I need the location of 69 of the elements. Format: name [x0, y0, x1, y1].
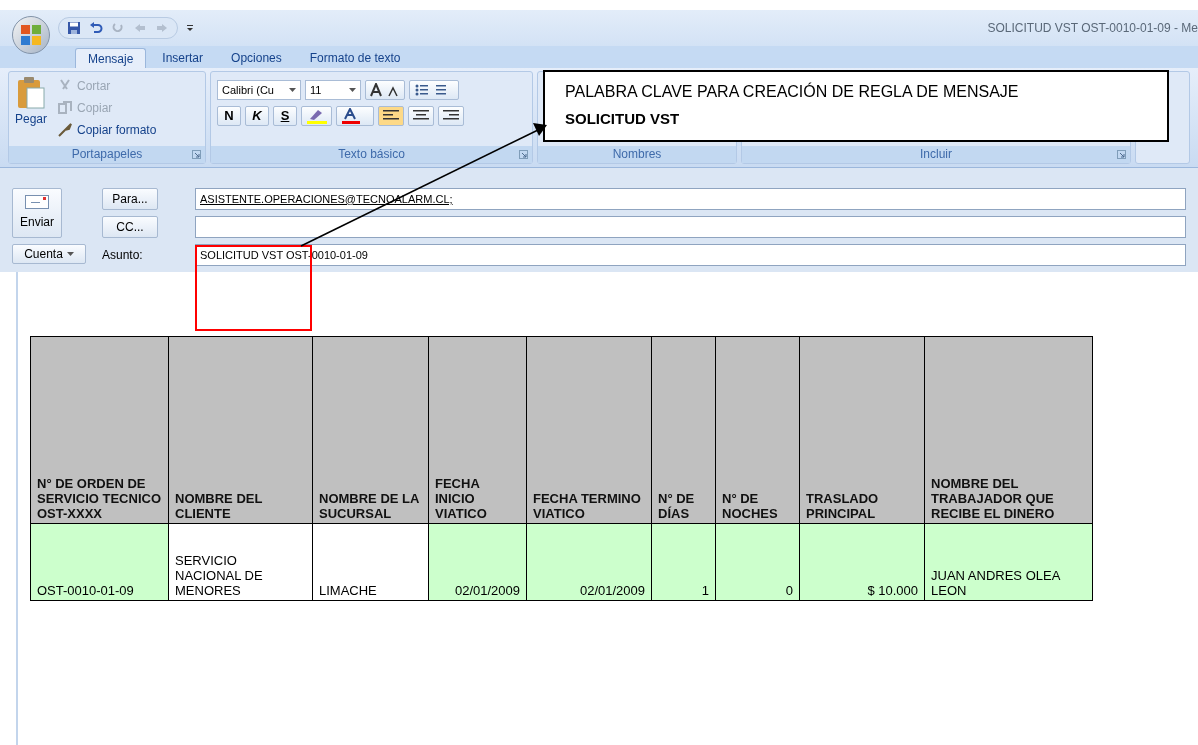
ribbon-tab[interactable]: Opciones	[219, 48, 294, 68]
ribbon-tab[interactable]: Formato de texto	[297, 48, 413, 68]
copy-icon	[57, 100, 73, 115]
align-right-icon	[443, 110, 459, 122]
list-button[interactable]	[409, 80, 459, 100]
cc-field[interactable]	[195, 216, 1186, 238]
brush-icon	[57, 122, 73, 137]
align-center-icon	[413, 110, 429, 122]
column-header: N° DE NOCHES	[715, 336, 800, 524]
table-cell: 02/01/2009	[526, 523, 652, 601]
group-label: Texto básico	[211, 146, 532, 163]
align-center-button[interactable]	[408, 106, 434, 126]
column-header: NOMBRE DE LA SUCURSAL	[312, 336, 429, 524]
send-button[interactable]: Enviar	[12, 188, 62, 238]
column-header: N° DE ORDEN DE SERVICIO TECNICO OST-XXXX	[30, 336, 169, 524]
group-label: Portapapeles	[9, 146, 205, 163]
office-logo-icon	[20, 24, 42, 46]
column-header: TRASLADO PRINCIPAL	[799, 336, 925, 524]
caret-icon[interactable]	[349, 88, 356, 92]
font-color-button[interactable]	[336, 106, 374, 126]
group-label: Nombres	[538, 146, 736, 163]
highlighter-icon	[306, 108, 327, 124]
highlight-button[interactable]	[301, 106, 332, 126]
paste-button[interactable]: Pegar	[13, 76, 49, 146]
grow-font-icon	[370, 83, 400, 97]
dialog-launcher-icon[interactable]	[519, 150, 528, 159]
align-right-button[interactable]	[438, 106, 464, 126]
office-button[interactable]	[12, 16, 50, 54]
envelope-icon	[25, 195, 49, 209]
font-dropdown[interactable]: Calibri (Cu	[217, 80, 301, 100]
callout-keyword: SOLICITUD VST	[565, 110, 681, 128]
bold-button[interactable]: N	[217, 106, 241, 126]
clipboard-button[interactable]: Copiar formato	[57, 120, 157, 139]
column-header: FECHA TERMINO VIATICO	[526, 336, 652, 524]
callout-text: PALABRA CLAVE PARA CREACIÓN DE REGLA DE MENSAJE	[565, 82, 1020, 102]
cc-button[interactable]: CC...	[102, 216, 158, 238]
group-label: Incluir	[742, 146, 1130, 163]
undo-icon[interactable]	[89, 21, 103, 35]
customize-caret-icon[interactable]	[186, 24, 194, 32]
table-cell: SERVICIO NACIONAL DE MENORES	[168, 523, 313, 601]
table-cell: $ 10.000	[799, 523, 925, 601]
account-button[interactable]: Cuenta	[12, 244, 86, 264]
table-cell: 0	[715, 523, 800, 601]
dialog-launcher-icon[interactable]	[1117, 150, 1126, 159]
ribbon-tab[interactable]: Insertar	[150, 48, 216, 68]
column-header: N° DE DÍAS	[651, 336, 716, 524]
align-left-icon	[383, 110, 399, 122]
table-cell: 1	[651, 523, 716, 601]
grow-font-button[interactable]	[365, 80, 405, 100]
table-cell: JUAN ANDRES OLEA LEON	[924, 523, 1093, 601]
table-cell: OST-0010-01-09	[30, 523, 169, 601]
ribbon-tab[interactable]: Mensaje	[75, 48, 147, 68]
clipboard-icon	[16, 76, 46, 110]
table-cell: LIMACHE	[312, 523, 429, 601]
italic-button[interactable]: K	[245, 106, 269, 126]
table-cell: 02/01/2009	[428, 523, 527, 601]
column-header: FECHA INICIO VIATICO	[428, 336, 527, 524]
align-left-button[interactable]	[378, 106, 404, 126]
caret-icon[interactable]	[66, 252, 74, 256]
caret-icon[interactable]	[289, 88, 296, 92]
column-header: NOMBRE DEL CLIENTE	[168, 336, 313, 524]
window-title: SOLICITUD VST OST-0010-01-09 - Me	[987, 20, 1198, 37]
dialog-launcher-icon[interactable]	[192, 150, 201, 159]
column-header: NOMBRE DEL TRABAJADOR QUE RECIBE EL DINERO	[924, 336, 1093, 524]
font-size-dropdown[interactable]: 11	[305, 80, 361, 100]
to-button[interactable]: Para...	[102, 188, 158, 210]
save-icon[interactable]	[67, 21, 81, 35]
subject-label: Asunto:	[102, 247, 143, 264]
underline-button[interactable]: S	[273, 106, 297, 126]
